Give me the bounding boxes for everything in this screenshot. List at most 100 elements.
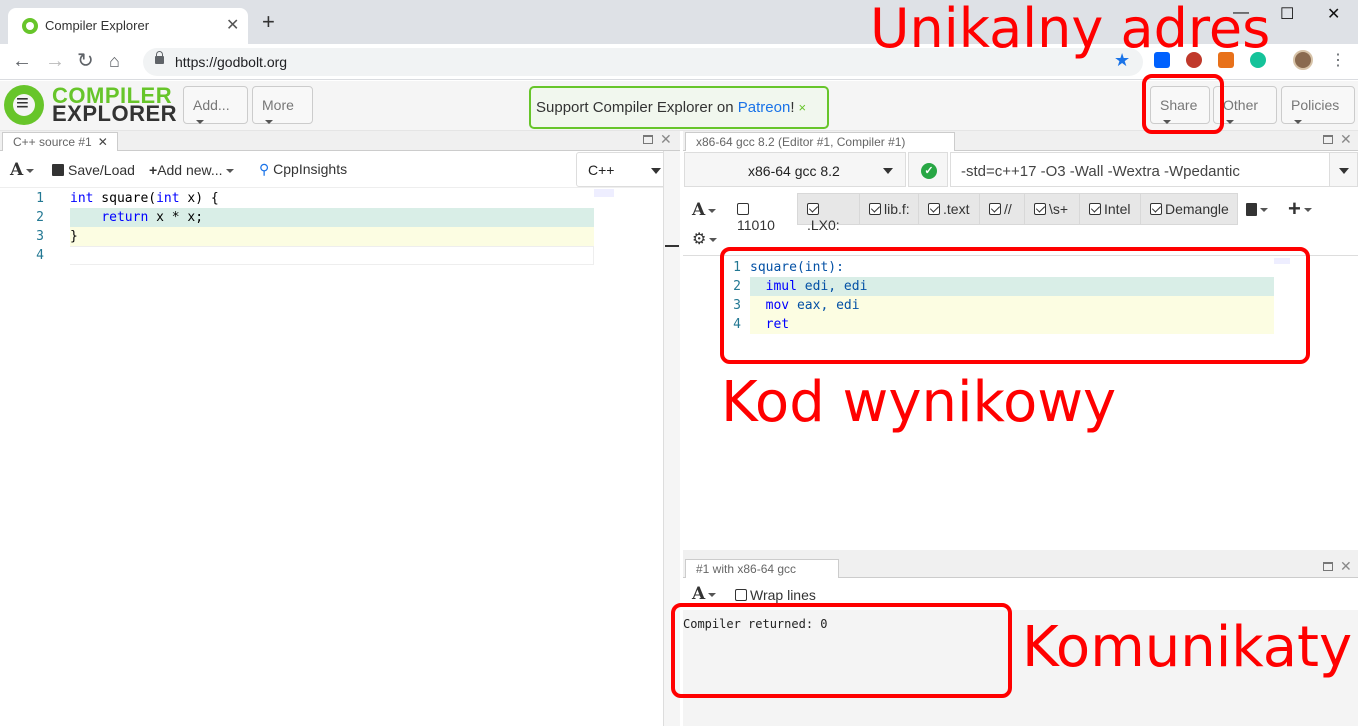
add-tool-dropdown[interactable]: +	[1288, 196, 1312, 222]
filter-intel-toggle[interactable]: Intel	[1079, 193, 1141, 225]
cppinsights-button[interactable]: ⚲ CppInsights	[259, 161, 347, 178]
filter-label: 11010	[737, 217, 775, 233]
compile-status[interactable]: ✓	[908, 152, 948, 187]
annotation-output-code: Kod wynikowy	[721, 370, 1117, 435]
browser-menu-icon[interactable]: ⋮	[1330, 50, 1346, 70]
filter-whitespace-toggle[interactable]: \s+	[1024, 193, 1080, 225]
maximize-pane-icon[interactable]	[1323, 135, 1333, 144]
font-size-dropdown[interactable]: A	[692, 200, 717, 220]
libraries-dropdown[interactable]	[1246, 201, 1268, 218]
reload-icon[interactable]: ↻	[77, 50, 94, 72]
url-text[interactable]: https://godbolt.org	[175, 54, 287, 70]
add-new-dropdown[interactable]: +Add new...	[149, 162, 234, 178]
new-tab-button[interactable]: +	[262, 11, 275, 33]
tab-close-icon[interactable]: ✕	[98, 135, 108, 149]
home-icon[interactable]: ⌂	[109, 50, 120, 72]
language-select-value: C++	[588, 162, 615, 178]
options-history-dropdown[interactable]	[1329, 152, 1358, 187]
window-close-button[interactable]: ✕	[1327, 4, 1340, 24]
line-number: 3	[36, 229, 44, 244]
wrap-lines-toggle[interactable]: Wrap lines	[735, 587, 816, 603]
font-size-dropdown[interactable]: A	[10, 160, 35, 180]
close-pane-icon[interactable]: ✕	[1340, 131, 1352, 148]
filter-library-toggle[interactable]: lib.f:	[859, 193, 919, 225]
caret-down-icon	[708, 592, 717, 597]
annotation-messages: Komunikaty	[1022, 615, 1353, 680]
save-load-button[interactable]: Save/Load	[52, 162, 135, 178]
back-arrow-icon[interactable]: ←	[12, 50, 32, 72]
compiler-explorer-favicon-icon	[22, 18, 38, 34]
patreon-close-button[interactable]: ×	[798, 100, 806, 115]
filter-labels-toggle[interactable]: .LX0:	[797, 193, 860, 233]
checkbox	[869, 203, 881, 215]
code-token: int	[70, 191, 94, 206]
browser-tab[interactable]: Compiler Explorer ✕	[8, 8, 248, 44]
source-editor[interactable]: 1 2 3 4 int square(int x) { return x * x…	[0, 189, 663, 726]
filter-directives-toggle[interactable]: .text	[918, 193, 980, 225]
settings-dropdown[interactable]: ⚙	[692, 229, 718, 249]
source-code-line[interactable]: }	[70, 227, 594, 246]
policies-dropdown[interactable]: Policies	[1281, 86, 1355, 125]
other-dropdown-label: Other	[1223, 97, 1259, 113]
language-select[interactable]: C++	[576, 152, 676, 187]
compiler-tab[interactable]: x86-64 gcc 8.2 (Editor #1, Compiler #1) …	[685, 132, 955, 163]
compiler-select[interactable]: x86-64 gcc 8.2	[684, 152, 906, 187]
assembly-highlight-box	[720, 247, 1310, 364]
source-code-line[interactable]: return x * x;	[70, 208, 594, 227]
floppy-disk-icon	[52, 164, 64, 176]
line-number: 4	[36, 248, 44, 263]
caret-down-icon	[1294, 120, 1302, 125]
filter-label: Intel	[1104, 201, 1131, 217]
cppinsights-label: CppInsights	[273, 161, 348, 177]
code-token: x) {	[179, 191, 219, 206]
checkbox	[1150, 203, 1162, 215]
filter-label: Demangle	[1165, 201, 1229, 217]
caret-down-icon	[708, 208, 717, 213]
source-code-line[interactable]	[70, 246, 594, 265]
pane-splitter[interactable]	[683, 550, 1358, 558]
checkbox	[989, 203, 1001, 215]
close-pane-icon[interactable]: ✕	[660, 131, 672, 148]
caret-down-icon	[225, 169, 234, 174]
checkbox	[735, 589, 747, 601]
font-size-label: A	[10, 160, 24, 180]
lock-icon	[155, 51, 164, 64]
more-dropdown-label: More	[262, 97, 294, 113]
compiler-options-input[interactable]: -std=c++17 -O3 -Wall -Wextra -Wpedantic	[950, 152, 1330, 187]
forward-arrow-icon[interactable]: →	[45, 50, 65, 72]
filter-label: .LX0:	[807, 217, 840, 233]
more-dropdown[interactable]: More	[252, 86, 313, 125]
tab-close-icon[interactable]: ✕	[226, 15, 239, 35]
caret-down-icon	[1226, 120, 1234, 125]
compiler-explorer-logo-icon[interactable]	[4, 85, 44, 125]
maximize-pane-icon[interactable]	[1323, 562, 1333, 571]
caret-down-icon	[709, 237, 718, 242]
profile-avatar[interactable]	[1293, 50, 1313, 70]
caret-down-icon	[1339, 168, 1349, 174]
window-maximize-button[interactable]: ☐	[1280, 4, 1294, 24]
font-size-dropdown[interactable]: A	[692, 584, 717, 604]
caret-down-icon	[1303, 208, 1312, 213]
filter-binary-toggle[interactable]: 11010	[727, 193, 798, 233]
source-code-line[interactable]: int square(int x) {	[70, 189, 594, 208]
code-token: square(	[93, 191, 157, 206]
source-tab[interactable]: C++ source #1 ✕	[2, 132, 118, 151]
patreon-banner: Support Compiler Explorer on Patreon! ×	[529, 86, 829, 129]
close-pane-icon[interactable]: ✕	[1340, 558, 1352, 575]
minimap[interactable]	[594, 189, 614, 197]
checkbox	[737, 203, 749, 215]
filter-comments-toggle[interactable]: //	[979, 193, 1025, 225]
caret-down-icon	[1260, 208, 1268, 213]
filter-label: lib.f:	[884, 201, 910, 217]
plus-icon: +	[149, 162, 158, 178]
filter-demangle-toggle[interactable]: Demangle	[1140, 193, 1238, 225]
maximize-pane-icon[interactable]	[643, 135, 653, 144]
font-size-label: A	[692, 200, 706, 220]
patreon-banner-suffix: !	[790, 99, 795, 116]
policies-dropdown-label: Policies	[1291, 97, 1340, 113]
patreon-link[interactable]: Patreon	[738, 99, 791, 116]
annotation-unique-address: Unikalny adres	[870, 0, 1271, 60]
output-tab[interactable]: #1 with x86-64 gcc 8.2✕	[685, 559, 839, 590]
add-dropdown[interactable]: Add...	[183, 86, 248, 125]
filter-label: \s+	[1049, 201, 1069, 217]
